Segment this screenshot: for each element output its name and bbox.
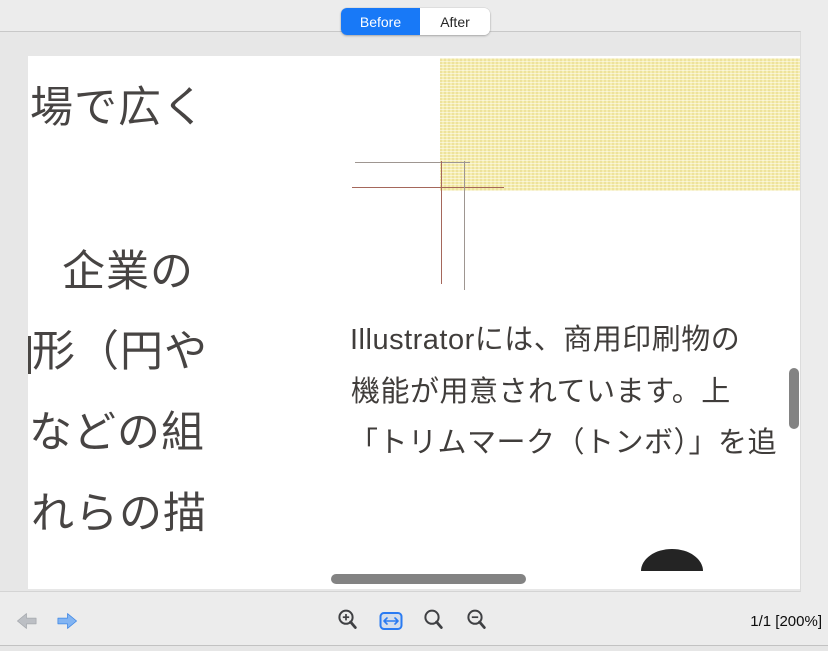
document-text-line: 形（円や	[32, 331, 208, 374]
trim-mark-vertical-line	[464, 161, 465, 290]
fit-to-window-button[interactable]	[379, 611, 403, 631]
trim-mark-horizontal-line	[355, 162, 470, 163]
circle-graphic-partial	[641, 549, 703, 571]
horizontal-scrollbar-thumb[interactable]	[331, 574, 526, 584]
after-tab[interactable]: After	[420, 8, 490, 35]
preview-viewport[interactable]: 場で広く 企業の 形（円や などの組 れらの描 Illustratorには、商用…	[0, 31, 801, 592]
trim-mark-vertical-line	[441, 161, 442, 284]
clipped-glyph-stroke	[28, 336, 31, 374]
trim-mark-horizontal-line	[352, 187, 504, 188]
document-text-line: れらの描	[31, 493, 207, 536]
window-bottom-edge	[0, 645, 828, 651]
before-tab[interactable]: Before	[341, 8, 420, 35]
before-after-toggle: Before After	[341, 8, 490, 35]
yellow-highlight-region	[440, 58, 801, 191]
back-arrow-button[interactable]	[15, 611, 38, 631]
fit-to-window-icon	[379, 611, 403, 631]
document-text-line: 企業の	[62, 251, 194, 294]
document-text-line: などの組	[29, 412, 205, 455]
document-paragraph-line: Illustratorには、商用印刷物の	[350, 325, 740, 357]
magnifier-icon	[423, 608, 444, 632]
forward-arrow-button[interactable]	[56, 611, 79, 631]
zoom-out-magnifier-icon	[466, 608, 487, 632]
zoom-in-magnifier-icon	[337, 608, 358, 632]
document-paragraph-line: 「トリムマーク（トンボ）」を追	[349, 428, 777, 460]
vertical-scrollbar-thumb[interactable]	[789, 368, 799, 429]
document-page: 場で広く 企業の 形（円や などの組 れらの描 Illustratorには、商用…	[28, 56, 801, 589]
zoom-out-button[interactable]	[466, 608, 487, 632]
back-arrow-icon	[15, 611, 38, 631]
document-text-line: 場で広く	[30, 87, 206, 130]
bottom-toolbar: 1/1 [200%]	[0, 592, 828, 645]
zoom-selection-button[interactable]	[423, 608, 444, 632]
app-window: Before After 場で広く 企業の 形（円や などの組 れらの描 Ill…	[0, 0, 828, 651]
document-paragraph-line: 機能が用意されています。上	[351, 377, 731, 409]
page-zoom-indicator: 1/1 [200%]	[750, 613, 822, 630]
zoom-in-button[interactable]	[337, 608, 358, 632]
forward-arrow-icon	[56, 611, 79, 631]
